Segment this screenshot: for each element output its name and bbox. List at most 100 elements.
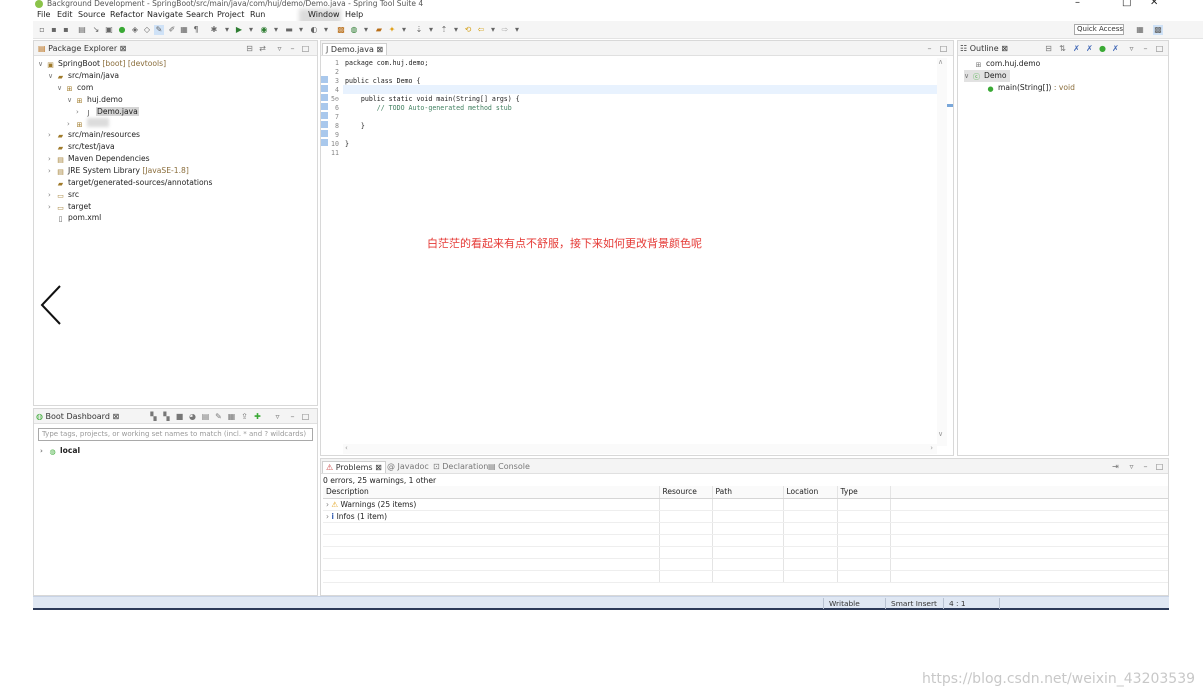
tab-demo-java[interactable]: J Demo.java ⊠ (322, 43, 388, 55)
hide-nonpublic-icon[interactable]: ● (1098, 44, 1107, 53)
filter-icon[interactable]: ⇥ (1111, 462, 1120, 471)
close-tab-icon[interactable]: ⊠ (120, 44, 127, 53)
open-browser-icon[interactable]: ◕ (188, 412, 197, 421)
next-annotation-icon[interactable]: ⇣ (414, 25, 424, 35)
hide-local-types-icon[interactable]: ✗ (1111, 44, 1120, 53)
tree-item-maven-dependencies[interactable]: › ▤ Maven Dependencies (48, 153, 150, 165)
back-icon[interactable]: ⇦ (476, 25, 486, 35)
tab-outline[interactable]: ☷ Outline ⊠ (960, 43, 1008, 55)
menu-refactor[interactable]: Refactor (110, 10, 144, 19)
boot-dashboard-search-input[interactable]: Type tags, projects, or working set name… (38, 428, 313, 441)
toggle-block-icon[interactable]: ✐ (167, 25, 177, 35)
maximize-icon[interactable]: □ (1155, 462, 1164, 471)
collapse-arrow-icon[interactable]: ∨ (67, 94, 75, 106)
maximize-button[interactable]: □ (1122, 0, 1131, 8)
show-whitespace-icon[interactable]: ▦ (179, 25, 189, 35)
new-class-icon[interactable]: ◍ (349, 25, 359, 35)
column-header-description[interactable]: Description (323, 486, 660, 499)
menu-project[interactable]: Project (217, 10, 244, 19)
dropdown-icon[interactable]: ▾ (426, 25, 436, 35)
tab-console[interactable]: ▤ Console (488, 461, 530, 473)
status-cursor-position[interactable]: 4 : 1 (949, 599, 966, 608)
dropdown-icon[interactable]: ▾ (361, 25, 371, 35)
table-row[interactable]: › i Infos (1 item) (323, 510, 1168, 523)
dropdown-icon[interactable]: ▾ (321, 25, 331, 35)
collapse-all-icon[interactable]: ⊟ (1044, 44, 1053, 53)
scroll-left-icon[interactable]: ‹ (345, 444, 348, 452)
view-menu-icon[interactable]: ▿ (1127, 44, 1136, 53)
tree-item-springboot[interactable]: ∨ ▣ SpringBoot [boot] [devtools] (38, 58, 166, 70)
stop-icon[interactable]: ■ (175, 412, 184, 421)
overview-ruler-mark[interactable] (947, 104, 953, 107)
link-editor-icon[interactable]: ⇄ (258, 44, 267, 53)
expand-arrow-icon[interactable]: › (48, 189, 56, 201)
menu-navigate[interactable]: Navigate (147, 10, 183, 19)
scroll-down-icon[interactable]: ∨ (938, 430, 943, 438)
tree-item-src-main-java[interactable]: ∨ ▰ src/main/java (48, 70, 119, 82)
expand-arrow-icon[interactable]: › (76, 106, 84, 118)
open-task-icon[interactable]: ◇ (142, 25, 152, 35)
table-row[interactable]: › ⚠ Warnings (25 items) (323, 498, 1168, 511)
menu-run[interactable]: Run (250, 10, 265, 19)
spring-boot-icon[interactable]: ● (117, 25, 127, 35)
run-icon[interactable]: ▶ (234, 25, 244, 35)
horizontal-scrollbar[interactable]: ‹ › (343, 444, 937, 454)
tree-item-src-main-resources[interactable]: › ▰ src/main/resources (48, 129, 140, 141)
chevron-left-icon[interactable] (38, 283, 68, 327)
sort-icon[interactable]: ⇅ (1058, 44, 1067, 53)
deploy-icon[interactable]: ⇪ (240, 412, 249, 421)
close-tab-icon[interactable]: ⊠ (112, 412, 119, 421)
pilcrow-icon[interactable]: ¶ (191, 25, 201, 35)
open-type-icon[interactable]: ◈ (130, 25, 140, 35)
start-icon[interactable]: ▚ (149, 412, 158, 421)
menu-window[interactable]: Window (308, 10, 340, 19)
close-tab-icon[interactable]: ⊠ (1001, 44, 1008, 53)
external-tools-icon[interactable]: ◉ (259, 25, 269, 35)
tree-item-com[interactable]: ∨ ⊞ com (57, 82, 93, 94)
tab-javadoc[interactable]: @ Javadoc (387, 461, 429, 473)
scroll-up-icon[interactable]: ∧ (938, 58, 943, 66)
tree-item-jre-system-library[interactable]: › ▤ JRE System Library [JavaSE-1.8] (48, 165, 189, 177)
terminal-icon[interactable]: ▣ (104, 25, 114, 35)
hide-static-icon[interactable]: ✗ (1085, 44, 1094, 53)
collapse-arrow-icon[interactable]: ∨ (48, 70, 56, 82)
skip-breakpoints-icon[interactable]: ↘ (91, 25, 101, 35)
minimize-icon[interactable]: – (288, 412, 297, 421)
maximize-icon[interactable]: □ (301, 412, 310, 421)
menu-file[interactable]: File (37, 10, 50, 19)
tree-item-local[interactable]: › ◍ local (40, 445, 80, 457)
console-icon[interactable]: ▤ (201, 412, 210, 421)
tree-item-demo-java[interactable]: › J Demo.java (76, 106, 139, 118)
open-folder-icon[interactable]: ▰ (374, 25, 384, 35)
scroll-right-icon[interactable]: › (930, 444, 933, 452)
tab-declaration[interactable]: ⊡ Declaration (433, 461, 488, 473)
tree-item-generated-sources[interactable]: ▰ target/generated-sources/annotations (48, 177, 213, 189)
maximize-icon[interactable]: □ (1155, 44, 1164, 53)
expand-arrow-icon[interactable]: › (40, 445, 48, 457)
last-edit-icon[interactable]: ⟲ (463, 25, 473, 35)
quick-access-field[interactable]: Quick Access (1074, 24, 1124, 35)
edit-icon[interactable]: ✎ (214, 412, 223, 421)
collapse-all-icon[interactable]: ⊟ (245, 44, 254, 53)
forward-icon[interactable]: ⇨ (500, 25, 510, 35)
menu-edit[interactable]: Edit (57, 10, 73, 19)
minimize-icon[interactable]: – (1141, 44, 1150, 53)
vertical-scrollbar[interactable]: ∧ ∨ (937, 58, 947, 446)
coverage-icon[interactable]: ▬ (284, 25, 294, 35)
add-icon[interactable]: ✚ (253, 412, 262, 421)
expand-arrow-icon[interactable]: › (48, 153, 56, 165)
outline-method-main[interactable]: ● main(String[]) : void (986, 82, 1075, 94)
dropdown-icon[interactable]: ▾ (222, 25, 232, 35)
previous-annotation-icon[interactable]: ⇡ (439, 25, 449, 35)
dropdown-icon[interactable]: ▾ (246, 25, 256, 35)
minimize-icon[interactable]: – (1141, 462, 1150, 471)
grid-icon[interactable]: ▦ (227, 412, 236, 421)
dropdown-icon[interactable]: ▾ (271, 25, 281, 35)
expand-arrow-icon[interactable]: › (48, 129, 56, 141)
column-header-location[interactable]: Location (783, 486, 838, 499)
column-header-resource[interactable]: Resource (659, 486, 713, 499)
close-tab-icon[interactable]: ⊠ (375, 463, 382, 472)
dropdown-icon[interactable]: ▾ (296, 25, 306, 35)
close-tab-icon[interactable]: ⊠ (376, 45, 383, 54)
column-header-path[interactable]: Path (712, 486, 784, 499)
